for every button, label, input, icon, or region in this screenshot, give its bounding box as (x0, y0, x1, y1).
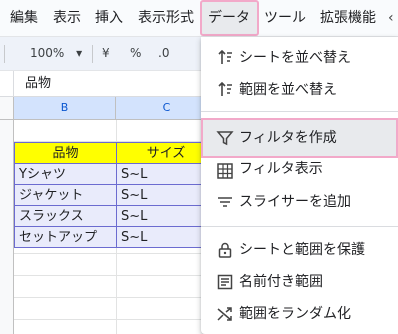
data-menu-dropdown: シートを並べ替え 範囲を並べ替え フィルタを作成 フィルタ表示 スライサーを追加… (201, 37, 398, 334)
table-cell[interactable]: Yシャツ (14, 163, 117, 185)
table-icon (215, 161, 235, 181)
menu-item-sort-sheet[interactable]: シートを並べ替え (201, 43, 398, 73)
menu-item-label: スライサーを追加 (239, 194, 351, 210)
menu-divider (201, 111, 398, 112)
menu-extensions[interactable]: 拡張機能 (320, 0, 376, 36)
menu-tools[interactable]: ツール (264, 0, 306, 36)
menu-item-label: シートを並べ替え (239, 50, 351, 66)
grid-line (14, 297, 204, 298)
lock-icon (215, 240, 235, 260)
menu-item-label: フィルタを作成 (239, 130, 337, 146)
grid-line (14, 275, 204, 276)
zoom-value: 100% (30, 46, 65, 60)
menu-edit[interactable]: 編集 (10, 0, 38, 36)
row-header-column (0, 120, 14, 334)
decimal-format-button[interactable]: .0 (158, 37, 169, 70)
filter-icon (215, 128, 235, 148)
table-cell[interactable]: スラックス (14, 205, 117, 227)
menu-item-create-filter[interactable]: フィルタを作成 (201, 118, 398, 158)
menu-item-sort-range[interactable]: 範囲を並べ替え (201, 75, 398, 105)
toolbar-divider (4, 45, 5, 63)
menu-insert[interactable]: 挿入 (95, 0, 123, 36)
shuffle-icon (215, 304, 235, 324)
column-header-b[interactable]: B (14, 97, 116, 119)
menu-bar: 編集 表示 挿入 表示形式 データ ツール 拡張機能 ‹ (0, 0, 398, 37)
table-cell[interactable]: ジャケット (14, 184, 117, 206)
menu-item-filter-views[interactable]: フィルタ表示 (201, 157, 398, 184)
chevron-down-icon: ▾ (76, 46, 83, 60)
menu-overflow-icon[interactable]: ‹ (388, 0, 394, 36)
menu-item-label: 範囲を並べ替え (239, 82, 337, 98)
menu-data[interactable]: データ (200, 0, 259, 36)
menu-item-protect-sheets[interactable]: シートと範囲を保護 (201, 235, 398, 265)
named-range-icon (215, 272, 235, 292)
grid-line (14, 253, 204, 254)
menu-view[interactable]: 表示 (53, 0, 81, 36)
currency-format-button[interactable]: ¥ (102, 37, 110, 70)
percent-format-button[interactable]: % (130, 37, 141, 70)
table-header-item[interactable]: 品物 (14, 142, 117, 164)
menu-item-label: 範囲をランダム化 (239, 306, 351, 322)
menu-format[interactable]: 表示形式 (138, 0, 194, 36)
column-header-corner[interactable] (0, 97, 14, 119)
menu-item-randomize-range[interactable]: 範囲をランダム化 (201, 299, 398, 329)
menu-item-label: シートと範囲を保護 (239, 242, 365, 258)
sort-icon (215, 48, 235, 68)
zoom-select[interactable]: 100% ▾ (30, 37, 82, 70)
toolbar-divider (92, 45, 93, 63)
menu-divider (201, 226, 398, 227)
menu-item-named-ranges[interactable]: 名前付き範囲 (201, 267, 398, 297)
menu-item-label: フィルタ表示 (239, 161, 323, 177)
name-box[interactable] (0, 71, 14, 96)
menu-item-add-slicer[interactable]: スライサーを追加 (201, 187, 398, 217)
menu-item-label: 名前付き範囲 (239, 274, 323, 290)
grid-line (14, 319, 204, 320)
sort-icon (215, 80, 235, 100)
formula-input[interactable]: 品物 (25, 71, 51, 96)
table-cell[interactable]: セットアップ (14, 226, 117, 248)
slicer-icon (215, 192, 235, 212)
